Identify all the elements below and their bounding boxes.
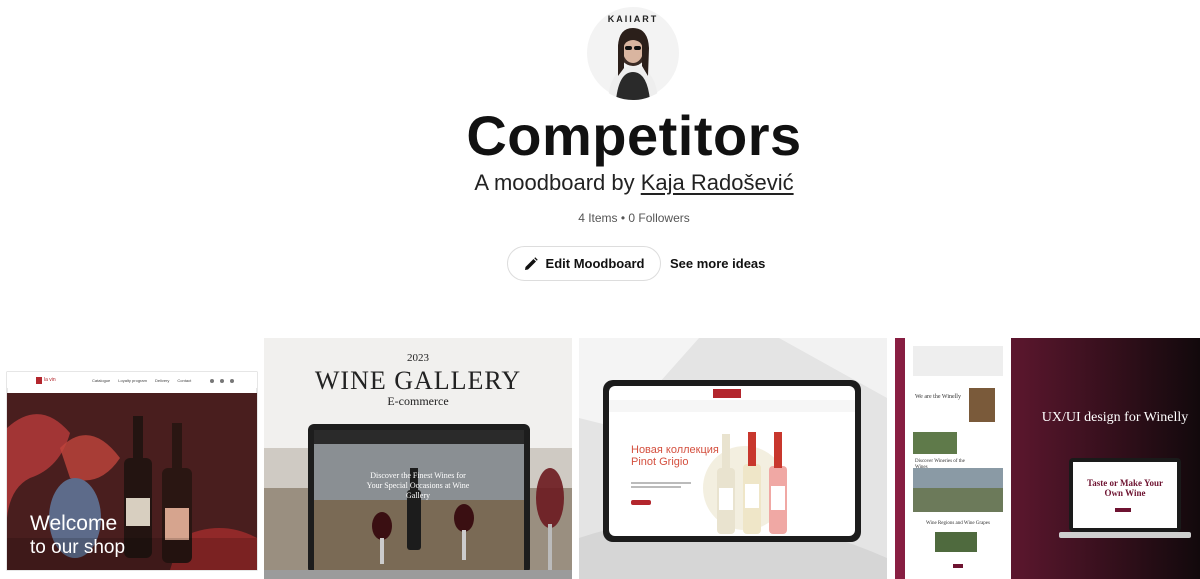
- tile-4-we-are: We are the Winelly: [915, 394, 961, 400]
- tile-3-artwork: [579, 338, 887, 579]
- tile-3-headline: Новая коллекция: [631, 444, 719, 456]
- tile-1-headline-2: to our shop: [30, 537, 126, 558]
- board-title: Competitors: [466, 104, 802, 167]
- tile-4-regions: Wine Regions and Wine Grapes: [926, 521, 990, 526]
- see-more-ideas-link[interactable]: See more ideas: [670, 256, 765, 271]
- author-link[interactable]: Kaja Radošević: [641, 170, 794, 195]
- tile-4-discover: Discover Wineries of the Wines: [915, 459, 965, 470]
- tile-1-nav: Catalogue Loyalty program Delivery Conta…: [92, 378, 191, 383]
- avatar-brand-text: KAIIART: [607, 14, 659, 24]
- tile-2-title: WINE GALLERY: [314, 366, 522, 395]
- moodboard-item-3[interactable]: Новая коллекция Pinot Grigio: [579, 338, 887, 579]
- tile-4-heading: UX/UI design for Winelly: [1041, 410, 1189, 425]
- moodboard-item-2[interactable]: 2023 WINE GALLERY E-commerce Discover th…: [264, 338, 572, 579]
- moodboard-grid: la vin Catalogue Loyalty program Deliver…: [0, 338, 1200, 579]
- tile-2-subtitle: E-commerce: [387, 394, 449, 408]
- tile-3-subheadline: Pinot Grigio: [631, 456, 689, 468]
- board-subtitle: A moodboard by Kaja Radošević: [0, 170, 1200, 196]
- tile-1-nav-item: Loyalty program: [118, 378, 147, 383]
- moodboard-item-4[interactable]: We are the Winelly Discover Wineries of …: [895, 338, 1200, 579]
- edit-moodboard-label: Edit Moodboard: [545, 256, 645, 271]
- pencil-icon: [524, 256, 538, 271]
- board-header: KAIIART Competitors A moodboard by Kaja …: [0, 0, 1200, 300]
- edit-moodboard-button[interactable]: Edit Moodboard: [507, 246, 661, 281]
- tile-1-nav-item: Contact: [177, 378, 192, 383]
- tile-1-nav-item: Delivery: [154, 378, 170, 383]
- moodboard-item-1[interactable]: la vin Catalogue Loyalty program Deliver…: [0, 338, 262, 579]
- subtitle-prefix: A moodboard by: [474, 170, 641, 195]
- tile-1-headline-1: Welcome: [30, 512, 118, 535]
- tile-4-screen-title: Taste or Make Your Own Wine: [1087, 478, 1163, 499]
- avatar[interactable]: KAIIART: [586, 6, 680, 100]
- board-stats: 4 Items • 0 Followers: [578, 211, 690, 225]
- tile-2-year: 2023: [407, 352, 429, 364]
- tile-2-screen-text: Discover the Finest Wines for Your Speci…: [366, 471, 470, 500]
- tile-1-nav-item: Catalogue: [92, 378, 111, 383]
- tile-1-brand: la vin: [44, 377, 56, 383]
